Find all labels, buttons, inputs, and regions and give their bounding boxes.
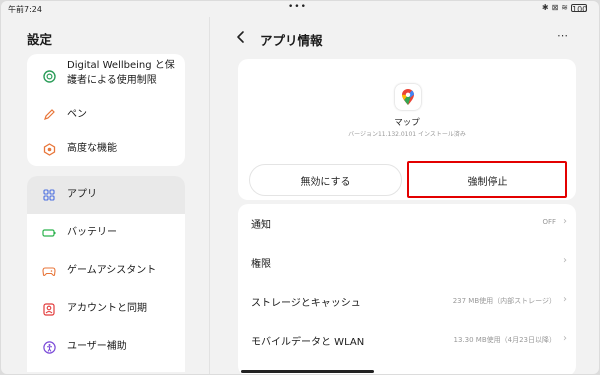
sidebar-item-pen[interactable]: ペン: [27, 98, 185, 132]
more-options-button[interactable]: ⋯: [557, 29, 569, 42]
app-version: バージョン11.132.0101 インストール済み: [348, 131, 466, 138]
row-storage[interactable]: ストレージとキャッシュ 237 MB使用（内部ストレージ） ›: [238, 282, 576, 320]
sidebar-item-battery[interactable]: バッテリー: [27, 214, 185, 252]
wifi-icon: ≋: [561, 3, 568, 12]
advanced-features-icon: [42, 142, 56, 156]
sidebar-item-game-assistant[interactable]: ゲームアシスタント: [27, 252, 185, 290]
sidebar-item-accounts[interactable]: アカウントと同期: [27, 290, 185, 328]
google-maps-icon: [395, 84, 421, 110]
row-notifications[interactable]: 通知 OFF ›: [238, 204, 576, 242]
row-label: 通知: [251, 220, 271, 231]
sidebar-card-bottom: アプリ バッテリー ゲームアシスタント アカウントと同期 ユーザー補助: [27, 176, 185, 372]
status-bar: 午前7:24 ••• ✱ ⊠ ≋ 100: [1, 1, 599, 17]
row-label: モバイルデータと WLAN: [251, 337, 365, 348]
account-icon: [42, 302, 56, 316]
pen-icon: [42, 108, 56, 122]
sidebar-item-apps[interactable]: アプリ: [27, 176, 185, 214]
pane-divider: [209, 17, 210, 374]
row-mobile-data[interactable]: モバイルデータと WLAN 13.30 MB使用（4月23日以降） ›: [238, 321, 576, 359]
row-value: 237 MB使用（内部ストレージ）: [452, 297, 556, 305]
sidebar-item-label: アカウントと同期: [67, 303, 147, 314]
row-value: OFF: [542, 218, 556, 226]
battery-icon: 100: [571, 4, 588, 14]
status-icons: ✱ ⊠ ≋ 100: [541, 3, 588, 14]
chevron-right-icon: ›: [563, 333, 567, 344]
page-title: アプリ情報: [260, 33, 323, 48]
bluetooth-icon: ✱: [541, 3, 549, 12]
multitask-dots[interactable]: •••: [288, 2, 307, 12]
chevron-right-icon: ›: [563, 294, 567, 305]
sidebar-item-label: Digital Wellbeing と保 護者による使用制限: [67, 60, 175, 86]
disable-button[interactable]: 無効にする: [249, 164, 402, 196]
app-name: マップ: [394, 118, 420, 128]
row-label: 権限: [251, 259, 271, 270]
back-arrow-icon[interactable]: [235, 30, 247, 44]
sidebar-card-top: Digital Wellbeing と保 護者による使用制限 ペン 高度な機能: [27, 54, 185, 166]
sidebar-item-label: アプリ: [67, 189, 97, 200]
sidebar-item-accessibility[interactable]: ユーザー補助: [27, 328, 185, 366]
apps-grid-icon: [42, 188, 56, 202]
settings-title: 設定: [27, 32, 53, 47]
game-controller-icon: [42, 264, 56, 278]
sidebar-item-label: ゲームアシスタント: [67, 265, 157, 276]
row-permissions[interactable]: 権限 ›: [238, 243, 576, 281]
highlight-box: [407, 161, 567, 198]
digital-wellbeing-icon: [42, 69, 56, 83]
status-time: 午前7:24: [8, 5, 42, 14]
screen: 午前7:24 ••• ✱ ⊠ ≋ 100 設定 Digital Wellbein…: [1, 1, 599, 374]
sidebar-item-label: ユーザー補助: [67, 341, 127, 352]
row-label: ストレージとキャッシュ: [251, 298, 361, 309]
sidebar-item-label: バッテリー: [67, 227, 117, 238]
sidebar-item-digital-wellbeing[interactable]: Digital Wellbeing と保 護者による使用制限: [27, 54, 185, 98]
chevron-right-icon: ›: [563, 216, 567, 227]
sidebar-item-label: 高度な機能: [67, 143, 117, 154]
battery-icon: [42, 226, 56, 240]
sidebar-item-advanced[interactable]: 高度な機能: [27, 132, 185, 166]
row-value: 13.30 MB使用（4月23日以降）: [453, 336, 556, 344]
sim-icon: ⊠: [551, 3, 559, 12]
home-indicator[interactable]: [241, 370, 374, 373]
sidebar-item-label: ペン: [67, 109, 87, 120]
chevron-right-icon: ›: [563, 255, 567, 266]
accessibility-icon: [42, 340, 56, 354]
